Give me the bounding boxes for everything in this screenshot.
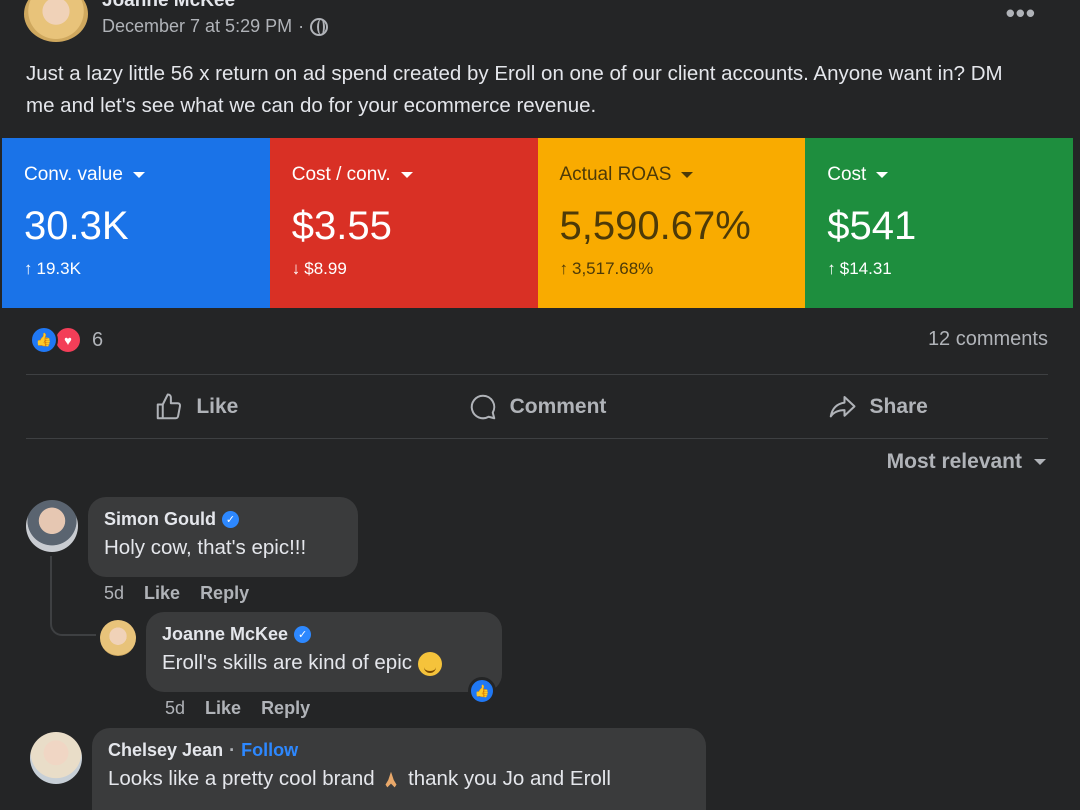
stat-card-cost: Cost $541 ↑ $14.31 [805,138,1073,308]
arrow-down-icon: ↓ [291,259,301,278]
comment-time[interactable]: 5d [165,698,185,719]
commenter-avatar[interactable] [26,500,78,552]
comment-bubble: Simon Gould ✓ Holy cow, that's epic!!! [88,497,358,577]
comment-text-continued: thank you Jo and Eroll [408,767,611,790]
verified-badge-icon: ✓ [294,626,312,643]
divider [26,374,1048,375]
like-reaction-icon: 👍 [30,326,58,354]
winking-face-emoji-icon [417,651,442,676]
post-meta: December 7 at 5:29 PM · [102,16,329,37]
commenter-avatar[interactable] [30,732,82,784]
caret-down-icon [876,172,889,178]
caret-down-icon [132,172,145,178]
comment-time[interactable]: 5d [104,583,124,604]
caret-down-icon [1034,459,1046,465]
comment-actions: 5d Like Reply [104,583,249,604]
comment-text: Eroll's skills are kind of epic [162,651,413,674]
comment-like-button[interactable]: Like [144,583,180,604]
comment-text: Looks like a pretty cool brand [108,767,375,790]
author-name[interactable]: Joanne McKee [102,0,235,12]
reactions-summary[interactable]: 👍 ♥ 6 [30,326,103,354]
arrow-up-icon: ↑ [559,259,569,278]
comments-count[interactable]: 12 comments [928,328,1048,351]
stat-value: $3.55 [291,204,392,248]
thumbs-up-icon [157,393,182,420]
arrow-up-icon: ↑ [827,259,836,278]
comment-sort-dropdown[interactable]: Most relevant [887,450,1046,474]
commenter-avatar[interactable] [100,620,136,656]
post-timestamp[interactable]: December 7 at 5:29 PM [102,16,292,37]
stat-card-conv-value: Conv. value 30.3K ↑ 19.3K [2,138,270,308]
comment-like-button[interactable]: Like [205,698,241,719]
caret-down-icon [681,172,694,178]
stat-delta: $8.99 [304,259,347,278]
arrow-up-icon: ↑ [24,259,33,278]
comment-button[interactable]: Comment [367,376,708,438]
like-button[interactable]: Like [26,376,367,438]
folded-hands-emoji-icon [385,771,397,787]
stat-value: 30.3K [24,204,129,248]
post-text: Just a lazy little 56 x return on ad spe… [26,62,1003,117]
globe-icon [310,17,329,36]
stat-delta: $14.31 [839,259,892,278]
stat-label: Actual ROAS [559,164,672,185]
reaction-count: 6 [92,328,104,351]
commenter-name[interactable]: Joanne McKee [162,624,288,645]
share-button[interactable]: Share [707,376,1048,438]
more-options-button[interactable]: ••• [1006,0,1036,29]
caret-down-icon [400,172,413,178]
comment-actions: 5d Like Reply [165,698,310,719]
verified-badge-icon: ✓ [222,511,239,528]
stats-image[interactable]: Conv. value 30.3K ↑ 19.3K Cost / conv. $3… [2,138,1073,308]
thread-line [50,556,96,636]
comment-reply-button[interactable]: Reply [200,583,249,604]
comment-bubble: Joanne McKee ✓ Eroll's skills are kind of… [146,612,502,692]
stat-value: $541 [827,204,917,248]
stat-value: 5,590.67% [559,204,751,248]
author-avatar[interactable] [24,0,88,42]
share-icon [830,396,856,418]
action-bar: Like Comment Share [26,376,1048,438]
comment-reply-button[interactable]: Reply [261,698,310,719]
like-reaction-badge-icon[interactable]: 👍 [468,677,496,705]
love-reaction-icon: ♥ [54,326,82,354]
stat-label: Conv. value [24,164,123,185]
stat-delta: 3,517.68% [572,259,654,278]
comment-bubble: Chelsey Jean · Follow Looks like a prett… [92,728,706,810]
follow-button[interactable]: Follow [241,740,298,761]
share-label: Share [869,395,928,418]
stat-card-actual-roas: Actual ROAS 5,590.67% ↑ 3,517.68% [537,138,806,308]
commenter-name[interactable]: Chelsey Jean [108,740,223,761]
stat-delta: 19.3K [36,259,81,278]
comment-text: Holy cow, that's epic!!! [104,536,307,559]
comment-icon [470,394,495,420]
stat-label: Cost [827,164,867,185]
facebook-post: Joanne McKee December 7 at 5:29 PM · •••… [0,0,1080,810]
comment-label: Comment [509,395,607,418]
sort-label: Most relevant [886,450,1022,473]
stat-card-cost-per-conv: Cost / conv. $3.55 ↓ $8.99 [269,138,538,308]
stat-label: Cost / conv. [291,164,391,185]
like-label: Like [196,395,239,418]
divider [26,438,1048,439]
commenter-name[interactable]: Simon Gould [104,509,216,530]
